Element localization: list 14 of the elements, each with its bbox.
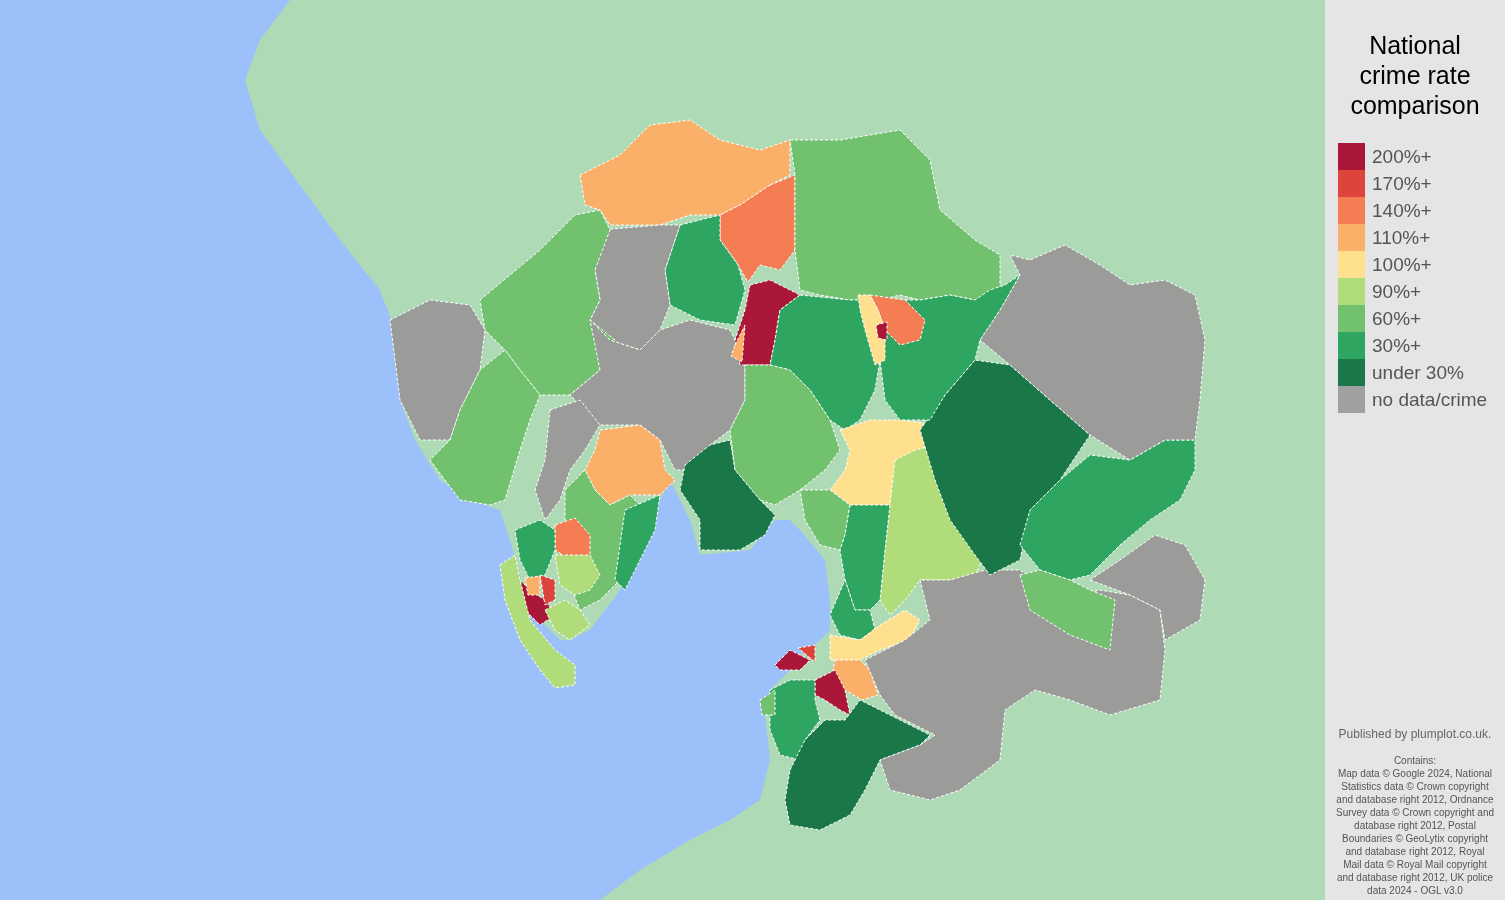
legend-label: 110%+ <box>1372 226 1431 249</box>
attribution-text: Map data © Google 2024, National Statistics data © Crown copyright and database right 2012, Ordnance Survey data © Crown copyright and database right 2012, Postal Boundaries © GeoLytix copyright and database right 2012, Royal Mail data © Royal Mail copyright and database right 2012, UK police data 2024 - OGL v3.0 <box>1336 767 1494 897</box>
legend-label: 170%+ <box>1372 172 1432 195</box>
legend-title: National crime rate comparison <box>1349 30 1481 120</box>
legend-label: 30%+ <box>1372 334 1422 357</box>
legend-label: 140%+ <box>1372 199 1432 222</box>
publisher-credit: Published by plumplot.co.uk. <box>1338 727 1492 741</box>
contains-label: Contains: <box>1393 754 1437 767</box>
legend-label: 200%+ <box>1372 145 1432 168</box>
legend-label: no data/crime <box>1372 388 1488 411</box>
legend-label: 100%+ <box>1372 253 1432 276</box>
legend-label: under 30% <box>1372 361 1464 384</box>
legend-label: 60%+ <box>1372 307 1422 330</box>
legend-label: 90%+ <box>1372 280 1422 303</box>
